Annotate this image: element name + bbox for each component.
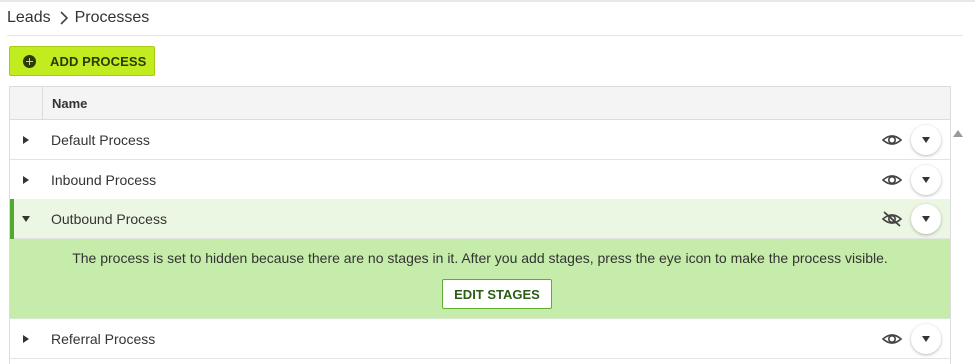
eye-off-icon[interactable] <box>881 210 903 228</box>
edit-stages-button[interactable]: EDIT STAGES <box>442 279 552 309</box>
expand-caret-icon[interactable] <box>21 334 31 344</box>
row-menu-button[interactable] <box>911 125 941 155</box>
caret-down-icon <box>922 216 930 222</box>
expanded-row-accent <box>10 199 14 239</box>
caret-down-icon <box>922 137 930 143</box>
hidden-process-message: The process is set to hidden because the… <box>72 250 888 266</box>
eye-icon[interactable] <box>881 330 903 348</box>
expand-caret-icon[interactable] <box>21 135 31 145</box>
table-row[interactable]: Referral Process <box>10 319 950 359</box>
process-name: Outbound Process <box>51 211 167 227</box>
expand-column-header <box>10 87 43 120</box>
caret-down-icon <box>922 336 930 342</box>
row-menu-button[interactable] <box>911 165 941 195</box>
breadcrumb-divider <box>7 35 963 36</box>
scroll-up-arrow-icon[interactable] <box>952 128 964 138</box>
row-menu-button[interactable] <box>911 324 941 354</box>
process-name: Referral Process <box>51 331 156 347</box>
breadcrumb-current: Processes <box>74 9 150 26</box>
processes-table: Name Default Process Inbound Process Out… <box>9 86 951 364</box>
chevron-right-icon <box>56 10 72 26</box>
breadcrumb-parent-link[interactable]: Leads <box>7 9 51 27</box>
process-name: Default Process <box>51 132 150 148</box>
caret-down-icon <box>922 177 930 183</box>
top-divider <box>0 0 975 2</box>
add-process-label: ADD PROCESS <box>50 53 147 69</box>
column-header-name[interactable]: Name <box>52 96 87 111</box>
table-header: Name <box>10 86 950 120</box>
row-menu-button[interactable] <box>911 204 941 234</box>
expand-caret-icon[interactable] <box>21 175 31 185</box>
expanded-row-detail: The process is set to hidden because the… <box>10 239 950 319</box>
add-process-button[interactable]: ADD PROCESS <box>9 46 155 76</box>
breadcrumb: Leads Processes <box>7 8 149 28</box>
table-row[interactable]: Default Process <box>10 120 950 160</box>
process-name: Inbound Process <box>51 172 157 188</box>
table-row-expanded[interactable]: Outbound Process <box>10 199 950 239</box>
table-row[interactable]: Inbound Process <box>10 160 950 200</box>
eye-icon[interactable] <box>881 171 903 189</box>
eye-icon[interactable] <box>881 131 903 149</box>
collapse-caret-icon[interactable] <box>21 214 31 224</box>
plus-circle-icon <box>23 54 36 68</box>
